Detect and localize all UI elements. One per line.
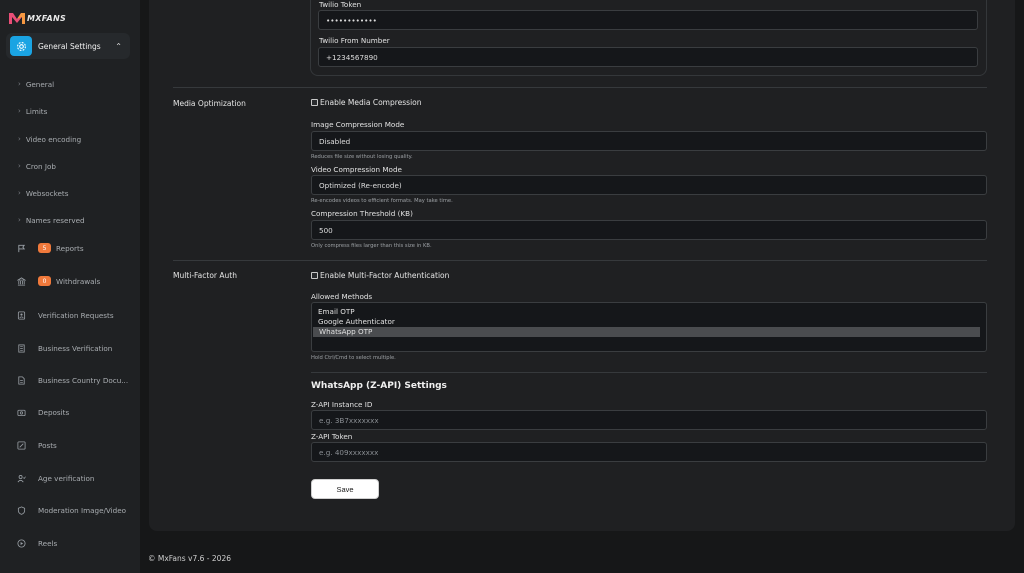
chevron-right-icon: › — [18, 135, 21, 143]
gear-icon — [10, 36, 32, 56]
document-icon — [16, 375, 26, 385]
sidebar-item-deposits[interactable]: Deposits — [16, 405, 69, 419]
video-compression-mode-select[interactable]: Optimized (Re-encode) — [311, 175, 987, 195]
video-compression-mode-label: Video Compression Mode — [311, 165, 402, 174]
sidebar-item-label: Business Verification — [38, 343, 113, 353]
sidebar-subitem-limits[interactable]: › Limits — [18, 105, 47, 117]
sidebar-subitem-general[interactable]: › General — [18, 78, 54, 90]
chevron-right-icon: › — [18, 162, 21, 170]
twilio-token-label: Twilio Token — [319, 0, 362, 9]
sidebar-section-label: General Settings — [38, 41, 101, 51]
checkbox-box[interactable] — [311, 99, 318, 106]
sidebar-subitem-websockets[interactable]: › Websockets — [18, 187, 68, 199]
twilio-from-label: Twilio From Number — [319, 36, 390, 45]
sidebar-item-label: Reports — [56, 243, 84, 253]
sidebar-subitem-label: Names reserved — [25, 215, 85, 225]
sidebar-item-label: Withdrawals — [56, 276, 101, 286]
twilio-token-field[interactable]: •••••••••••• — [318, 10, 978, 30]
shield-icon — [16, 505, 26, 515]
sidebar-item-moderation[interactable]: Moderation Image/Video — [16, 503, 126, 517]
sidebar-subitem-label: General — [25, 79, 55, 89]
zapi-instance-label: Z-API Instance ID — [311, 400, 373, 409]
zapi-settings-heading: WhatsApp (Z-API) Settings — [311, 381, 447, 391]
chevron-up-icon: ⌃ — [115, 41, 122, 51]
method-option-whatsapp-otp[interactable]: WhatsApp OTP — [313, 327, 980, 337]
image-compression-mode-label: Image Compression Mode — [311, 120, 405, 129]
sidebar-section-general-settings[interactable]: General Settings ⌃ — [6, 33, 130, 59]
zapi-token-label: Z-API Token — [311, 432, 353, 441]
sidebar-item-business-verification[interactable]: Business Verification — [16, 341, 112, 355]
method-option-google-authenticator[interactable]: Google Authenticator — [312, 317, 980, 327]
reports-count-badge: 5 — [38, 243, 51, 253]
sidebar-item-reports[interactable]: 5 Reports — [16, 241, 84, 255]
deposit-icon — [16, 407, 26, 417]
brand-logo[interactable]: MXFANS — [8, 10, 66, 26]
checkbox-label: Enable Media Compression — [320, 98, 422, 107]
compression-threshold-input[interactable]: 500 — [311, 220, 987, 240]
media-optimization-label: Media Optimization — [173, 99, 246, 108]
chevron-right-icon: › — [18, 107, 21, 115]
logo-text: MXFANS — [27, 13, 67, 23]
image-compression-mode-select[interactable]: Disabled — [311, 131, 987, 151]
image-compression-hint: Reduces file size without losing quality… — [311, 154, 413, 160]
checkbox-label: Enable Multi-Factor Authentication — [320, 271, 450, 280]
allowed-methods-label: Allowed Methods — [311, 292, 373, 301]
sidebar-subitem-cron-job[interactable]: › Cron Job — [18, 160, 56, 172]
video-compression-hint: Re-encodes videos to efficient formats. … — [311, 198, 453, 204]
sidebar-subitem-video-encoding[interactable]: › Video encoding — [18, 133, 81, 145]
building-icon — [16, 343, 26, 353]
section-divider — [173, 87, 987, 88]
sidebar: MXFANS General Settings ⌃ › General › Limi… — [0, 0, 140, 573]
sidebar-item-verification-requests[interactable]: Verification Requests — [16, 308, 114, 322]
sidebar-item-posts[interactable]: Posts — [16, 438, 57, 452]
play-circle-icon — [16, 538, 26, 548]
zapi-instance-input[interactable]: e.g. 3B7xxxxxxx — [311, 410, 987, 430]
flag-icon — [16, 243, 26, 253]
sidebar-item-age-verification[interactable]: Age verification — [16, 471, 94, 485]
sidebar-item-reels[interactable]: Reels — [16, 536, 57, 550]
sidebar-item-label: Reels — [38, 538, 58, 548]
sidebar-subitem-label: Websockets — [25, 188, 69, 198]
checkbox-box[interactable] — [311, 272, 318, 279]
chevron-right-icon: › — [18, 189, 21, 197]
bank-icon — [16, 276, 26, 286]
sidebar-subitem-names-reserved[interactable]: › Names reserved — [18, 214, 85, 226]
section-divider — [311, 372, 987, 373]
twilio-from-field[interactable]: +1234567890 — [318, 47, 978, 67]
chevron-right-icon: › — [18, 80, 21, 88]
allowed-methods-multiselect[interactable]: Email OTP Google Authenticator WhatsApp … — [311, 302, 987, 352]
section-divider — [173, 260, 987, 261]
edit-icon — [16, 440, 26, 450]
enable-media-compression-checkbox[interactable]: Enable Media Compression — [311, 98, 422, 107]
footer-copyright: © MxFans v7.6 - 2026 — [148, 554, 231, 563]
mfa-section-label: Multi-Factor Auth — [173, 271, 237, 280]
user-check-icon — [16, 473, 26, 483]
compression-threshold-label: Compression Threshold (KB) — [311, 209, 413, 218]
chevron-right-icon: › — [18, 216, 21, 224]
allowed-methods-hint: Hold Ctrl/Cmd to select multiple. — [311, 355, 396, 361]
sidebar-item-label: Business Country Docu... — [38, 375, 129, 385]
compression-threshold-hint: Only compress files larger than this siz… — [311, 243, 432, 249]
sidebar-item-label: Moderation Image/Video — [38, 505, 127, 515]
sidebar-item-label: Age verification — [38, 473, 95, 483]
sidebar-item-label: Deposits — [38, 407, 70, 417]
id-card-icon — [16, 310, 26, 320]
sidebar-item-label: Verification Requests — [38, 310, 114, 320]
enable-mfa-checkbox[interactable]: Enable Multi-Factor Authentication — [311, 271, 449, 280]
save-button[interactable]: Save — [311, 479, 379, 499]
sidebar-subitem-label: Limits — [25, 106, 48, 116]
sidebar-subitem-label: Cron Job — [25, 161, 56, 171]
zapi-token-input[interactable]: e.g. 409xxxxxxx — [311, 442, 987, 462]
withdrawals-count-badge: 0 — [38, 276, 51, 286]
sidebar-item-business-country-documents[interactable]: Business Country Docu... — [16, 373, 128, 387]
logo-mark-icon — [9, 13, 25, 24]
sidebar-item-withdrawals[interactable]: 0 Withdrawals — [16, 274, 100, 288]
sidebar-item-label: Posts — [38, 440, 57, 450]
sidebar-subitem-label: Video encoding — [25, 134, 82, 144]
method-option-email-otp[interactable]: Email OTP — [312, 307, 980, 317]
